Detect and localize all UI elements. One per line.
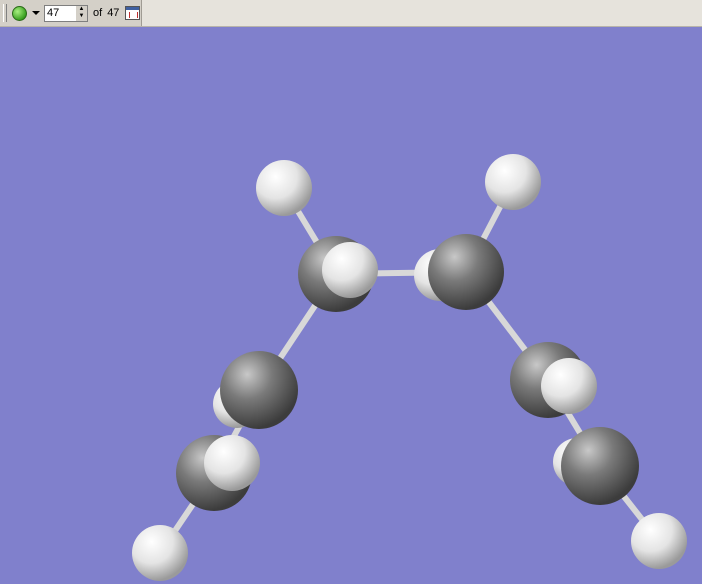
toolbar-grip[interactable] — [3, 4, 7, 22]
hydrogen-atom[interactable] — [631, 513, 687, 569]
frame-toolbar: 47 ▲ ▼ of 47 — [0, 0, 142, 26]
calculator-icon[interactable] — [125, 6, 141, 20]
hydrogen-atom[interactable] — [256, 160, 312, 216]
toolbar: 47 ▲ ▼ of 47 — [0, 0, 702, 27]
hydrogen-atom[interactable] — [541, 358, 597, 414]
carbon-atom[interactable] — [428, 234, 504, 310]
frame-spinner[interactable]: ▲ ▼ — [76, 5, 87, 21]
frame-number-input[interactable]: 47 ▲ ▼ — [44, 4, 88, 22]
atoms — [132, 154, 687, 581]
hydrogen-atom[interactable] — [204, 435, 260, 491]
status-circle-icon[interactable] — [12, 5, 27, 21]
hydrogen-atom[interactable] — [132, 525, 188, 581]
frame-value[interactable]: 47 — [47, 7, 59, 19]
hydrogen-atom[interactable] — [322, 242, 378, 298]
of-label: of — [93, 7, 103, 19]
chevron-down-icon[interactable] — [32, 11, 40, 15]
hydrogen-atom[interactable] — [485, 154, 541, 210]
molecule-view[interactable] — [0, 27, 702, 584]
carbon-atom[interactable] — [561, 427, 639, 505]
carbon-atom[interactable] — [220, 351, 298, 429]
total-frames: 47 — [107, 7, 120, 19]
